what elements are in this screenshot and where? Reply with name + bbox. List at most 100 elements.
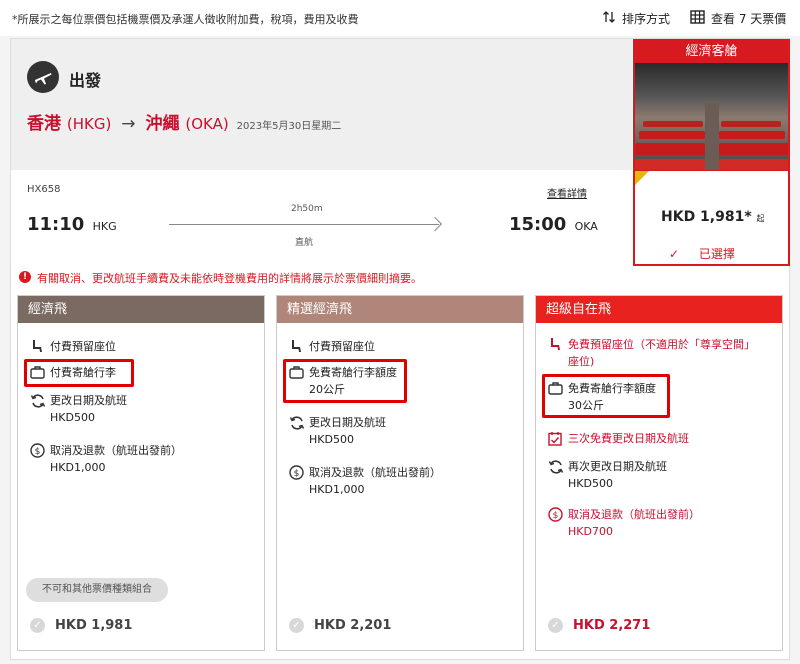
fare-item-text: 再次更改日期及航班 HKD500 xyxy=(568,458,667,492)
fare-item: $ 取消及退款（航班出發前） HKD700 xyxy=(548,506,700,540)
highlight-box xyxy=(24,359,134,387)
check-circle-icon: ✓ xyxy=(30,618,45,633)
dest-city: 沖繩 xyxy=(145,114,180,134)
cabin-photo xyxy=(635,63,788,170)
stops: 直航 xyxy=(295,238,314,248)
fare-item-text: 取消及退款（航班出發前） HKD700 xyxy=(568,506,700,540)
fare-price[interactable]: ✓ HKD 2,201 xyxy=(289,618,391,633)
seat-icon xyxy=(30,338,50,355)
svg-text:$: $ xyxy=(35,447,41,457)
flight-date: 2023年5月30日星期二 xyxy=(236,121,342,132)
check-circle-icon: ✓ xyxy=(289,618,304,633)
fare-card-flex[interactable]: 超級自在飛 免費預留座位（不適用於「尊享空間」 座位) 免費寄艙行李額度 30公斤 … xyxy=(535,295,783,651)
cabin-panel: 經濟客艙 xyxy=(633,39,790,170)
refund-icon: $ xyxy=(30,442,50,476)
selected-price-box[interactable]: HKD 1,981* 起 ✓ 已選擇 xyxy=(633,170,790,266)
fare-item: 更改日期及航班 HKD500 xyxy=(289,414,386,448)
flight-header: 出發 香港 (HKG) → 沖繩 (OKA) 2023年5月30日星期二 xyxy=(11,39,632,170)
fare-card-economy[interactable]: 經濟飛 付費預留座位 付費寄艙行李 更改日期及航班 HKD500 $ 取消及退款（… xyxy=(17,295,265,651)
fare-item-text: 付費預留座位 xyxy=(50,340,116,353)
refund-icon: $ xyxy=(289,464,309,498)
fare-item: 再次更改日期及航班 HKD500 xyxy=(548,458,667,492)
check-icon: ✓ xyxy=(669,247,680,261)
change-icon xyxy=(289,414,309,448)
fare-item-text: 取消及退款（航班出發前） HKD1,000 xyxy=(309,464,441,498)
fare-item-label: 取消及退款（航班出發前） xyxy=(50,444,182,457)
fare-item-sub: HKD500 xyxy=(50,411,95,424)
fare-price[interactable]: ✓ HKD 2,271 xyxy=(548,618,650,633)
fare-item-label: 免費預留座位（不適用於「尊享空間」 xyxy=(568,338,755,351)
combo-badge: 不可和其他票價種類組合 xyxy=(26,578,168,602)
fare-price-value: HKD 2,201 xyxy=(314,618,392,633)
warning-text: 有關取消、更改航班手續費及未能依時登機費用的詳情將展示於票價細則摘要。 xyxy=(37,272,422,285)
fare-item-text: 免費預留座位（不適用於「尊享空間」 座位) xyxy=(568,336,755,370)
change-icon xyxy=(548,458,568,492)
sort-button[interactable]: 排序方式 xyxy=(602,10,670,27)
fare-item-sub: HKD1,000 xyxy=(50,461,106,474)
alert-icon: ! xyxy=(19,271,31,283)
fare-card-select[interactable]: 精選經濟飛 付費預留座位 免費寄艙行李額度 20公斤 更改日期及航班 HKD500 … xyxy=(276,295,524,651)
svg-text:$: $ xyxy=(294,469,300,479)
origin-code: (HKG) xyxy=(66,115,112,133)
arrive-time-value: 15:00 xyxy=(509,214,567,235)
week-label: 查看 7 天票價 xyxy=(711,12,787,26)
fare-item-text: 取消及退款（航班出發前） HKD1,000 xyxy=(50,442,182,476)
fare-item-sub: 座位) xyxy=(568,355,595,368)
fare-item: $ 取消及退款（航班出發前） HKD1,000 xyxy=(289,464,441,498)
price-note: *所展示之每位票價包括機票價及承運人徵收附加費，稅項，費用及收費 xyxy=(12,13,359,26)
fare-item: $ 取消及退款（航班出發前） HKD1,000 xyxy=(30,442,182,476)
fare-options: 經濟飛 付費預留座位 付費寄艙行李 更改日期及航班 HKD500 $ 取消及退款（… xyxy=(17,295,785,653)
fare-item-sub: HKD1,000 xyxy=(309,483,365,496)
details-link[interactable]: 查看詳情 xyxy=(547,185,587,200)
selected-price-amount: HKD 1,981* xyxy=(661,209,752,225)
plane-icon xyxy=(27,61,59,93)
refund-icon: $ xyxy=(548,506,568,540)
depart-label: 出發 xyxy=(69,71,102,90)
dest-code: (OKA) xyxy=(185,115,229,133)
arrive-airport: OKA xyxy=(574,220,598,233)
route: 香港 (HKG) → 沖繩 (OKA) 2023年5月30日星期二 xyxy=(27,109,341,134)
corner-marker xyxy=(635,171,649,185)
selected-status: ✓ 已選擇 xyxy=(669,245,735,262)
depart-airport: HKG xyxy=(92,220,117,233)
fare-title: 經濟飛 xyxy=(18,296,264,323)
arrive-time: 15:00 OKA xyxy=(509,214,598,235)
fare-item-text: 三次免費更改日期及航班 xyxy=(568,432,689,445)
calendar-icon xyxy=(548,430,568,447)
fare-item-label: 取消及退款（航班出發前） xyxy=(568,508,700,521)
price-from-label: 起 xyxy=(756,214,765,223)
fare-item-label: 取消及退款（航班出發前） xyxy=(309,466,441,479)
selected-label: 已選擇 xyxy=(698,247,735,261)
fare-title: 超級自在飛 xyxy=(536,296,782,323)
fare-price-value: HKD 1,981 xyxy=(55,618,133,633)
fare-item: 付費預留座位 xyxy=(30,338,116,355)
fare-item: 付費預留座位 xyxy=(289,338,375,355)
fare-item: 三次免費更改日期及航班 xyxy=(548,430,689,447)
fare-price[interactable]: ✓ HKD 1,981 xyxy=(30,618,132,633)
fare-item-text: 更改日期及航班 HKD500 xyxy=(309,414,386,448)
fare-item-sub: HKD500 xyxy=(568,477,613,490)
highlight-box xyxy=(542,374,670,418)
selected-price: HKD 1,981* 起 xyxy=(661,209,765,225)
origin-city: 香港 xyxy=(27,114,61,134)
fare-item: 更改日期及航班 HKD500 xyxy=(30,392,127,426)
route-line xyxy=(169,224,439,225)
flight-number: HX658 xyxy=(27,184,61,195)
svg-text:$: $ xyxy=(553,511,559,521)
depart-time: 11:10 HKG xyxy=(27,214,117,235)
grid-icon xyxy=(690,10,705,27)
fare-item-text: 付費預留座位 xyxy=(309,340,375,353)
duration: 2h50m xyxy=(291,204,323,214)
flight-card: 出發 香港 (HKG) → 沖繩 (OKA) 2023年5月30日星期二 經濟客… xyxy=(10,38,790,660)
check-circle-icon: ✓ xyxy=(548,618,563,633)
fare-title: 精選經濟飛 xyxy=(277,296,523,323)
fare-price-value: HKD 2,271 xyxy=(573,618,651,633)
warning-banner: ! 有關取消、更改航班手續費及未能依時登機費用的詳情將展示於票價細則摘要。 xyxy=(11,267,791,287)
route-arrow-icon: → xyxy=(121,114,136,134)
sort-label: 排序方式 xyxy=(622,12,671,26)
seat-icon xyxy=(289,338,309,355)
fare-item-text: 更改日期及航班 HKD500 xyxy=(50,392,127,426)
top-bar: *所展示之每位票價包括機票價及承運人徵收附加費，稅項，費用及收費 排序方式 查看… xyxy=(0,0,800,36)
week-fares-button[interactable]: 查看 7 天票價 xyxy=(690,10,786,27)
cabin-label: 經濟客艙 xyxy=(635,41,788,63)
